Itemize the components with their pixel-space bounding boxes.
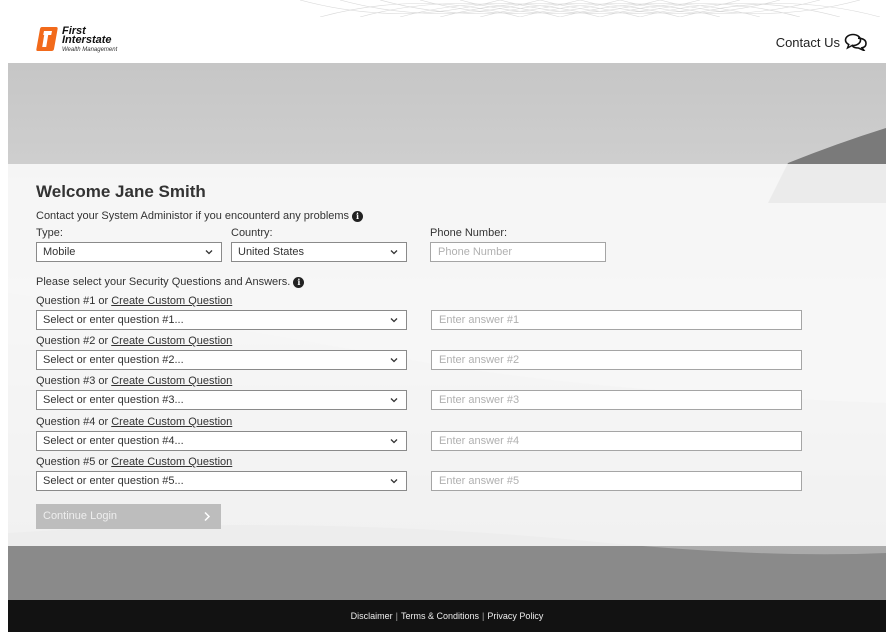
question-5-label: Question #5 or Create Custom Question [36, 456, 233, 468]
country-label: Country: [231, 227, 273, 239]
chevron-right-icon [204, 511, 211, 522]
country-select-value: United States [238, 246, 305, 258]
question-2-select[interactable]: Select or enter question #2... [36, 350, 407, 370]
create-custom-question-3-link[interactable]: Create Custom Question [111, 375, 232, 387]
create-custom-question-4-link[interactable]: Create Custom Question [111, 416, 232, 428]
question-4-select-value: Select or enter question #4... [43, 435, 184, 447]
security-hint: Please select your Security Questions an… [36, 276, 305, 288]
question-4-select[interactable]: Select or enter question #4... [36, 431, 407, 451]
chevron-down-icon [390, 398, 398, 403]
create-custom-question-1-link[interactable]: Create Custom Question [111, 295, 232, 307]
question-1-select-value: Select or enter question #1... [43, 314, 184, 326]
type-label: Type: [36, 227, 63, 239]
answer-5-input[interactable]: Enter answer #5 [431, 471, 802, 491]
info-icon[interactable]: i [293, 276, 305, 288]
brand-name-line3: Wealth Management [62, 47, 118, 53]
question-3-select[interactable]: Select or enter question #3... [36, 390, 407, 410]
info-icon[interactable]: i [352, 210, 364, 222]
chevron-down-icon [390, 318, 398, 323]
answer-4-input[interactable]: Enter answer #4 [431, 431, 802, 451]
first-interstate-logo-icon [36, 27, 58, 51]
header: First Interstate Wealth Management Conta… [8, 17, 886, 63]
question-1-label: Question #1 or Create Custom Question [36, 295, 233, 307]
question-5-select[interactable]: Select or enter question #5... [36, 471, 407, 491]
continue-login-label: Continue Login [43, 510, 118, 522]
chevron-down-icon [390, 250, 398, 255]
phone-input[interactable]: Phone Number [430, 242, 606, 262]
type-select-value: Mobile [43, 246, 76, 258]
chevron-down-icon [390, 439, 398, 444]
admin-hint-text: Contact your System Administor if you en… [36, 210, 350, 222]
answer-1-input[interactable]: Enter answer #1 [431, 310, 802, 330]
chevron-down-icon [390, 479, 398, 484]
question-2-label: Question #2 or Create Custom Question [36, 335, 233, 347]
question-4-label: Question #4 or Create Custom Question [36, 416, 233, 428]
contact-us-label: Contact Us [775, 34, 840, 50]
footer-separator: | [395, 611, 398, 621]
question-1-select[interactable]: Select or enter question #1... [36, 310, 407, 330]
phone-label: Phone Number: [430, 227, 508, 239]
question-5-select-value: Select or enter question #5... [43, 475, 184, 487]
admin-hint: Contact your System Administor if you en… [36, 210, 364, 222]
create-custom-question-5-link[interactable]: Create Custom Question [111, 456, 232, 468]
chat-bubbles-icon [844, 33, 867, 51]
top-decorative-strip [0, 0, 886, 17]
answer-3-input[interactable]: Enter answer #3 [431, 390, 802, 410]
country-select[interactable]: United States [231, 242, 407, 262]
chevron-down-icon [390, 358, 398, 363]
terms-link[interactable]: Terms & Conditions [401, 611, 479, 621]
question-3-select-value: Select or enter question #3... [43, 394, 184, 406]
create-custom-question-2-link[interactable]: Create Custom Question [111, 335, 232, 347]
footer: Disclaimer | Terms & Conditions | Privac… [8, 600, 886, 632]
type-select[interactable]: Mobile [36, 242, 222, 262]
welcome-title: Welcome Jane Smith [36, 182, 206, 201]
footer-separator: | [482, 611, 485, 621]
brand-logo[interactable]: First Interstate Wealth Management [36, 24, 146, 58]
question-2-select-value: Select or enter question #2... [43, 354, 184, 366]
security-hint-text: Please select your Security Questions an… [36, 276, 291, 288]
continue-login-button[interactable]: Continue Login [36, 504, 221, 529]
question-3-label: Question #3 or Create Custom Question [36, 375, 233, 387]
privacy-link[interactable]: Privacy Policy [487, 611, 543, 621]
brand-name-line2: Interstate [62, 34, 112, 46]
answer-2-input[interactable]: Enter answer #2 [431, 350, 802, 370]
page: First Interstate Wealth Management Conta… [8, 17, 886, 632]
disclaimer-link[interactable]: Disclaimer [351, 611, 393, 621]
contact-us-link[interactable]: Contact Us [776, 33, 868, 51]
chevron-down-icon [205, 250, 213, 255]
